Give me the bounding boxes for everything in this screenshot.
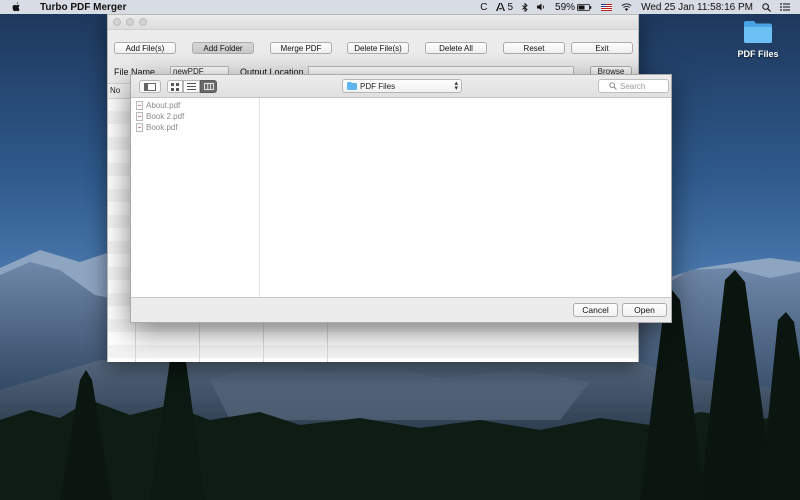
search-field[interactable]: Search <box>598 79 669 93</box>
battery-status[interactable]: 59% <box>555 2 592 13</box>
cancel-button[interactable]: Cancel <box>573 303 618 317</box>
search-icon <box>609 82 617 90</box>
column-header-no[interactable]: No <box>110 86 120 95</box>
add-files-button[interactable]: Add File(s) <box>114 42 176 54</box>
add-folder-button[interactable]: Add Folder <box>192 42 254 54</box>
dialog-toolbar: PDF Files ▴ ▾ Search <box>131 75 671 98</box>
menubar-clock[interactable]: Wed 25 Jan 11:58:16 PM <box>641 2 753 13</box>
app-titlebar <box>108 15 638 30</box>
adobe-icon <box>496 3 506 11</box>
delete-all-button[interactable]: Delete All <box>425 42 487 54</box>
desktop-folder-pdf-files[interactable]: PDF Files <box>734 20 782 59</box>
zoom-window-button[interactable] <box>139 18 147 26</box>
minimize-window-button[interactable] <box>126 18 134 26</box>
folder-icon <box>347 82 357 90</box>
battery-icon <box>577 3 592 11</box>
menu-bar: Turbo PDF Merger C 5 59% Wed 25 Jan 11:5… <box>0 0 800 14</box>
dialog-footer: Cancel Open <box>131 297 671 322</box>
spotlight-search-icon[interactable] <box>762 2 771 12</box>
battery-percent: 59% <box>555 1 576 13</box>
wifi-icon[interactable] <box>621 3 632 11</box>
popup-arrows-icon: ▴ ▾ <box>454 80 458 92</box>
reset-button[interactable]: Reset <box>503 42 565 54</box>
volume-icon[interactable] <box>537 3 546 11</box>
apple-menu-icon[interactable] <box>12 2 26 12</box>
merge-pdf-button[interactable]: Merge PDF <box>270 42 332 54</box>
file-item-label: Book.pdf <box>146 123 178 132</box>
status-area: C 5 59% Wed 25 Jan 11:58:16 PM <box>480 0 790 14</box>
open-button[interactable]: Open <box>622 303 667 317</box>
file-item[interactable]: About.pdf <box>136 100 180 111</box>
icon-view-icon <box>171 82 179 91</box>
input-source-flag-icon[interactable] <box>601 3 613 11</box>
desktop-folder-label: PDF Files <box>737 49 779 59</box>
open-file-dialog: PDF Files ▴ ▾ Search About.pdf Book 2.pdf… <box>130 74 672 323</box>
bluetooth-icon[interactable] <box>522 2 528 12</box>
list-view-icon <box>187 83 196 90</box>
adobe-status-item[interactable]: 5 <box>496 2 513 13</box>
window-controls <box>113 18 147 26</box>
pdf-file-icon <box>136 123 143 132</box>
folder-icon <box>744 21 772 43</box>
adobe-status-count: 5 <box>507 1 514 13</box>
file-item-label: Book 2.pdf <box>146 112 185 121</box>
status-item-c[interactable]: C <box>480 2 487 13</box>
column-view-icon <box>203 83 214 90</box>
view-list-button[interactable] <box>183 80 200 93</box>
browser-column[interactable]: About.pdf Book 2.pdf Book.pdf <box>131 98 260 299</box>
close-window-button[interactable] <box>113 18 121 26</box>
view-icons-button[interactable] <box>167 80 183 93</box>
location-popup-label: PDF Files <box>360 81 396 91</box>
sidebar-toggle-button[interactable] <box>139 80 161 93</box>
notification-center-icon[interactable] <box>780 3 790 11</box>
app-menu-name[interactable]: Turbo PDF Merger <box>40 2 126 13</box>
file-item[interactable]: Book.pdf <box>136 122 178 133</box>
file-item[interactable]: Book 2.pdf <box>136 111 184 122</box>
pdf-file-icon <box>136 112 143 121</box>
file-item-label: About.pdf <box>146 101 181 110</box>
table-row <box>108 345 638 358</box>
delete-files-button[interactable]: Delete File(s) <box>347 42 409 54</box>
view-columns-button[interactable] <box>200 80 217 93</box>
location-popup[interactable]: PDF Files ▴ ▾ <box>342 79 462 93</box>
search-placeholder: Search <box>620 81 646 91</box>
pdf-file-icon <box>136 101 143 110</box>
exit-button[interactable]: Exit <box>571 42 633 54</box>
sidebar-icon <box>144 82 156 91</box>
